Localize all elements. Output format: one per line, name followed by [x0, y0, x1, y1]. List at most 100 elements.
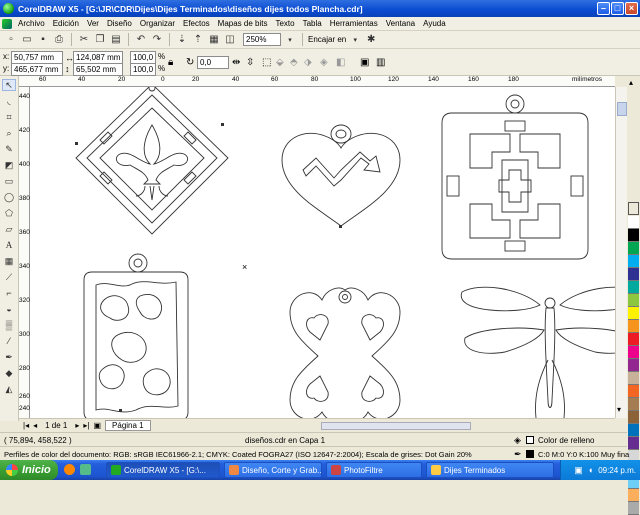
palette-swatch[interactable] — [628, 255, 639, 268]
horizontal-scrollbar[interactable] — [320, 421, 471, 430]
menu-edicion[interactable]: Edición — [49, 19, 83, 28]
palette-scroll-up-icon[interactable]: ▴ — [629, 78, 633, 87]
eyedropper-tool-icon[interactable]: ⁄ — [2, 335, 16, 347]
height-field[interactable]: 65,502 mm — [73, 63, 123, 76]
open-folder-icon[interactable]: ▭ — [20, 33, 34, 47]
palette-swatch[interactable] — [628, 216, 639, 229]
taskbar-item-diseno[interactable]: Diseño, Corte y Grab... — [224, 462, 322, 478]
snap-to-dropdown[interactable]: Encajar en — [308, 35, 346, 44]
crop-tool-icon[interactable]: ⌗ — [2, 111, 16, 123]
palette-swatch[interactable] — [628, 346, 639, 359]
taskbar-item-coreldraw[interactable]: CorelDRAW X5 - [G:\... — [106, 462, 220, 478]
zoom-level-dropdown[interactable]: 250% — [243, 33, 281, 46]
palette-swatch[interactable] — [628, 398, 639, 411]
outline-pen-tool-icon[interactable]: ✒ — [2, 351, 16, 363]
palette-swatch[interactable] — [628, 242, 639, 255]
quick-launch-icon[interactable] — [80, 464, 91, 475]
copy-icon[interactable]: ❐ — [93, 33, 107, 47]
lock-ratio-icon[interactable]: 🔒︎ — [168, 57, 173, 68]
table-tool-icon[interactable]: ▦ — [2, 255, 16, 267]
freehand-tool-icon[interactable]: ✎ — [2, 143, 16, 155]
volume-icon[interactable]: ◖ — [588, 465, 593, 475]
palette-swatch[interactable] — [628, 411, 639, 424]
create-boundary-icon[interactable]: ▣ — [360, 57, 369, 68]
front-minus-back-icon[interactable]: ◧ — [336, 57, 345, 68]
simplify-icon[interactable]: ◈ — [320, 57, 328, 68]
palette-swatch[interactable] — [628, 359, 639, 372]
palette-swatch[interactable] — [628, 281, 639, 294]
cut-icon[interactable]: ✂ — [77, 33, 91, 47]
menu-diseno[interactable]: Diseño — [103, 19, 136, 28]
mirror-vertical-icon[interactable]: ⇳ — [246, 57, 254, 68]
network-icon[interactable]: ▣ — [574, 465, 583, 476]
dragonfly-pendant[interactable] — [460, 286, 615, 418]
palette-swatch[interactable] — [628, 320, 639, 333]
scrollbar-thumb[interactable] — [617, 102, 627, 116]
menu-mapas-de-bits[interactable]: Mapas de bits — [214, 19, 272, 28]
pick-tool-icon[interactable]: ↖ — [2, 79, 16, 91]
connector-tool-icon[interactable]: ⌐ — [2, 287, 16, 299]
palette-swatch[interactable] — [628, 333, 639, 346]
palette-swatch[interactable] — [628, 372, 639, 385]
chevron-down-icon[interactable]: ▾ — [283, 33, 297, 47]
group-icon[interactable]: ⬚ — [262, 57, 271, 68]
prev-page-icon[interactable]: ◂ — [33, 421, 37, 430]
scroll-down-icon[interactable]: ▾ — [617, 405, 621, 414]
maximize-button[interactable]: □ — [611, 2, 624, 15]
paste-icon[interactable]: ▤ — [109, 33, 123, 47]
mirror-horizontal-icon[interactable]: ⇹ — [232, 57, 240, 68]
palette-swatch[interactable] — [628, 307, 639, 320]
four-hearts-clover-pendant[interactable] — [289, 287, 401, 418]
zoom-tool-icon[interactable]: ⌕ — [2, 127, 16, 139]
welcome-screen-icon[interactable]: ◫ — [223, 33, 237, 47]
page-tab[interactable]: Página 1 — [105, 420, 151, 431]
rectangle-tool-icon[interactable]: ▭ — [2, 175, 16, 187]
polygon-tool-icon[interactable]: ⬠ — [2, 207, 16, 219]
dimension-tool-icon[interactable]: ⟋ — [2, 271, 16, 283]
menu-texto[interactable]: Texto — [271, 19, 298, 28]
palette-swatch[interactable] — [628, 229, 639, 242]
no-color-swatch[interactable] — [628, 202, 639, 215]
menu-ventana[interactable]: Ventana — [382, 19, 419, 28]
import-icon[interactable]: ⇣ — [175, 33, 189, 47]
first-page-icon[interactable]: |◂ — [23, 421, 29, 430]
intersect-icon[interactable]: ⬗ — [304, 57, 312, 68]
menu-archivo[interactable]: Archivo — [14, 19, 49, 28]
smart-fill-tool-icon[interactable]: ◩ — [2, 159, 16, 171]
vertical-ruler[interactable]: 440 420 400 380 360 340 320 300 280 260 … — [19, 87, 30, 418]
vertical-scrollbar[interactable]: ▾ — [615, 87, 627, 418]
palette-swatch[interactable] — [628, 385, 639, 398]
next-page-icon[interactable]: ▸ — [75, 421, 79, 430]
options-icon[interactable]: ✱ — [364, 33, 378, 47]
undo-icon[interactable]: ↶ — [134, 33, 148, 47]
interactive-fill-tool-icon[interactable]: ◭ — [2, 383, 16, 395]
add-page-icon[interactable]: ▣ — [93, 421, 101, 430]
basic-shapes-tool-icon[interactable]: ▱ — [2, 223, 16, 235]
rectangle-puzzle-pendant[interactable] — [83, 253, 189, 418]
palette-swatch[interactable] — [628, 294, 639, 307]
minimize-button[interactable]: – — [597, 2, 610, 15]
chevron-down-icon[interactable]: ▾ — [348, 33, 362, 47]
weld-icon[interactable]: ⬙ — [276, 57, 284, 68]
align-distribute-icon[interactable]: ▥ — [376, 57, 385, 68]
transparency-tool-icon[interactable]: ▒ — [2, 319, 16, 331]
fill-color-swatch[interactable] — [526, 436, 534, 444]
text-tool-icon[interactable]: A — [2, 239, 16, 251]
palette-swatch[interactable] — [628, 502, 639, 515]
square-cross-pendant[interactable] — [441, 94, 589, 260]
palette-swatch[interactable] — [628, 424, 639, 437]
drawing-canvas[interactable]: × — [30, 87, 615, 418]
application-launcher-icon[interactable]: ▦ — [207, 33, 221, 47]
fill-tool-icon[interactable]: ◆ — [2, 367, 16, 379]
heart-arrows-pendant[interactable] — [281, 124, 401, 228]
redo-icon[interactable]: ↷ — [150, 33, 164, 47]
taskbar-item-dijes-terminados[interactable]: Dijes Terminados — [426, 462, 554, 478]
start-button[interactable]: Inicio — [0, 460, 58, 480]
horizontal-ruler[interactable]: 60 40 20 0 20 40 60 80 100 120 140 160 1… — [19, 76, 615, 87]
y-position-field[interactable]: 465,677 mm — [11, 63, 63, 76]
outline-color-swatch[interactable] — [526, 450, 534, 458]
menu-ayuda[interactable]: Ayuda — [419, 19, 450, 28]
blend-tool-icon[interactable]: ◒ — [2, 303, 16, 315]
trim-icon[interactable]: ⬘ — [290, 57, 298, 68]
palette-swatch[interactable] — [628, 489, 639, 502]
